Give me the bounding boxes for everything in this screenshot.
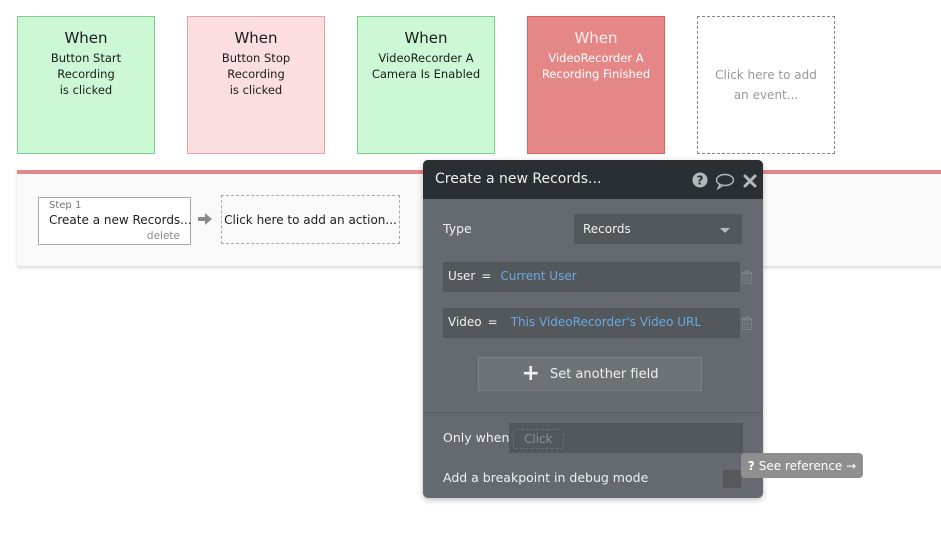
add-event-label: Click here to add an event... (715, 68, 817, 102)
event-description: VideoRecorder A Recording Finished (528, 50, 664, 82)
breakpoint-label: Add a breakpoint in debug mode (443, 470, 649, 485)
popup-title: Create a new Records... (435, 171, 602, 187)
event-description: VideoRecorder A Camera Is Enabled (358, 50, 494, 82)
type-label: Type (443, 221, 472, 236)
field-value[interactable]: Current User (500, 269, 576, 283)
field-name: Video (448, 315, 482, 329)
field-row-video[interactable]: Video = This VideoRecorder's Video URL (443, 308, 740, 338)
comment-icon[interactable] (715, 173, 735, 190)
popup-header: Create a new Records... ? (423, 160, 763, 199)
divider (423, 412, 763, 413)
close-icon[interactable] (743, 174, 757, 188)
plus-icon: + (521, 361, 540, 386)
field-value[interactable]: This VideoRecorder's Video URL (511, 315, 701, 329)
event-description-line: VideoRecorder A (548, 51, 644, 65)
add-event-button[interactable]: Click here to add an event... (697, 16, 835, 154)
svg-text:?: ? (697, 174, 704, 188)
event-when-label: When (234, 29, 278, 47)
field-operator: = (481, 269, 492, 283)
event-description-line: VideoRecorder A (378, 51, 474, 65)
set-another-field-label: Set another field (549, 366, 659, 382)
add-action-button[interactable]: Click here to add an action... (221, 195, 400, 244)
action-editor-popup: Create a new Records... ? Type Records U… (423, 160, 763, 498)
help-icon[interactable]: ? (692, 172, 708, 188)
trash-icon[interactable] (741, 316, 753, 330)
only-when-label: Only when (443, 430, 510, 445)
breakpoint-checkbox[interactable] (723, 470, 741, 488)
see-reference-button[interactable]: ? See reference → (741, 453, 863, 478)
event-description-line: Button Start Recording (50, 51, 122, 81)
set-another-field-button[interactable]: + Set another field (478, 357, 702, 391)
event-card-camera-enabled[interactable]: When VideoRecorder A Camera Is Enabled (357, 16, 495, 154)
event-card-recording-finished[interactable]: When VideoRecorder A Recording Finished (527, 16, 665, 154)
event-description-line: Button Stop Recording (221, 51, 291, 81)
field-name: User (448, 269, 476, 283)
event-card-stop-recording[interactable]: When Button Stop Recording is clicked (187, 16, 325, 154)
step-title: Create a new Records... (49, 213, 192, 227)
workflow-step-1[interactable]: Step 1 Create a new Records... delete (38, 197, 192, 245)
trash-icon[interactable] (741, 270, 753, 284)
event-description-line: Recording Finished (541, 67, 651, 81)
event-description: Button Stop Recording is clicked (188, 50, 324, 98)
only-when-input[interactable]: Click (509, 423, 743, 453)
only-when-placeholder: Click (513, 429, 564, 449)
type-selected-value: Records (583, 222, 631, 236)
event-description-line: Camera Is Enabled (371, 67, 481, 81)
add-action-label: Click here to add an action... (224, 212, 397, 227)
step-number-label: Step 1 (49, 200, 82, 211)
arrow-right-icon (198, 213, 212, 225)
step-delete-link[interactable]: delete (147, 230, 180, 242)
event-when-label: When (574, 29, 618, 47)
field-operator: = (487, 315, 498, 329)
event-description-line: is clicked (59, 83, 113, 97)
event-description-line: is clicked (229, 83, 283, 97)
see-reference-label: See reference → (758, 458, 857, 473)
event-when-label: When (64, 29, 108, 47)
help-icon: ? (747, 458, 755, 473)
event-description: Button Start Recording is clicked (18, 50, 154, 98)
field-row-user[interactable]: User = Current User (443, 262, 740, 292)
chevron-down-icon (720, 228, 730, 233)
event-card-start-recording[interactable]: When Button Start Recording is clicked (17, 16, 155, 154)
type-dropdown[interactable]: Records (574, 214, 742, 244)
event-when-label: When (404, 29, 448, 47)
